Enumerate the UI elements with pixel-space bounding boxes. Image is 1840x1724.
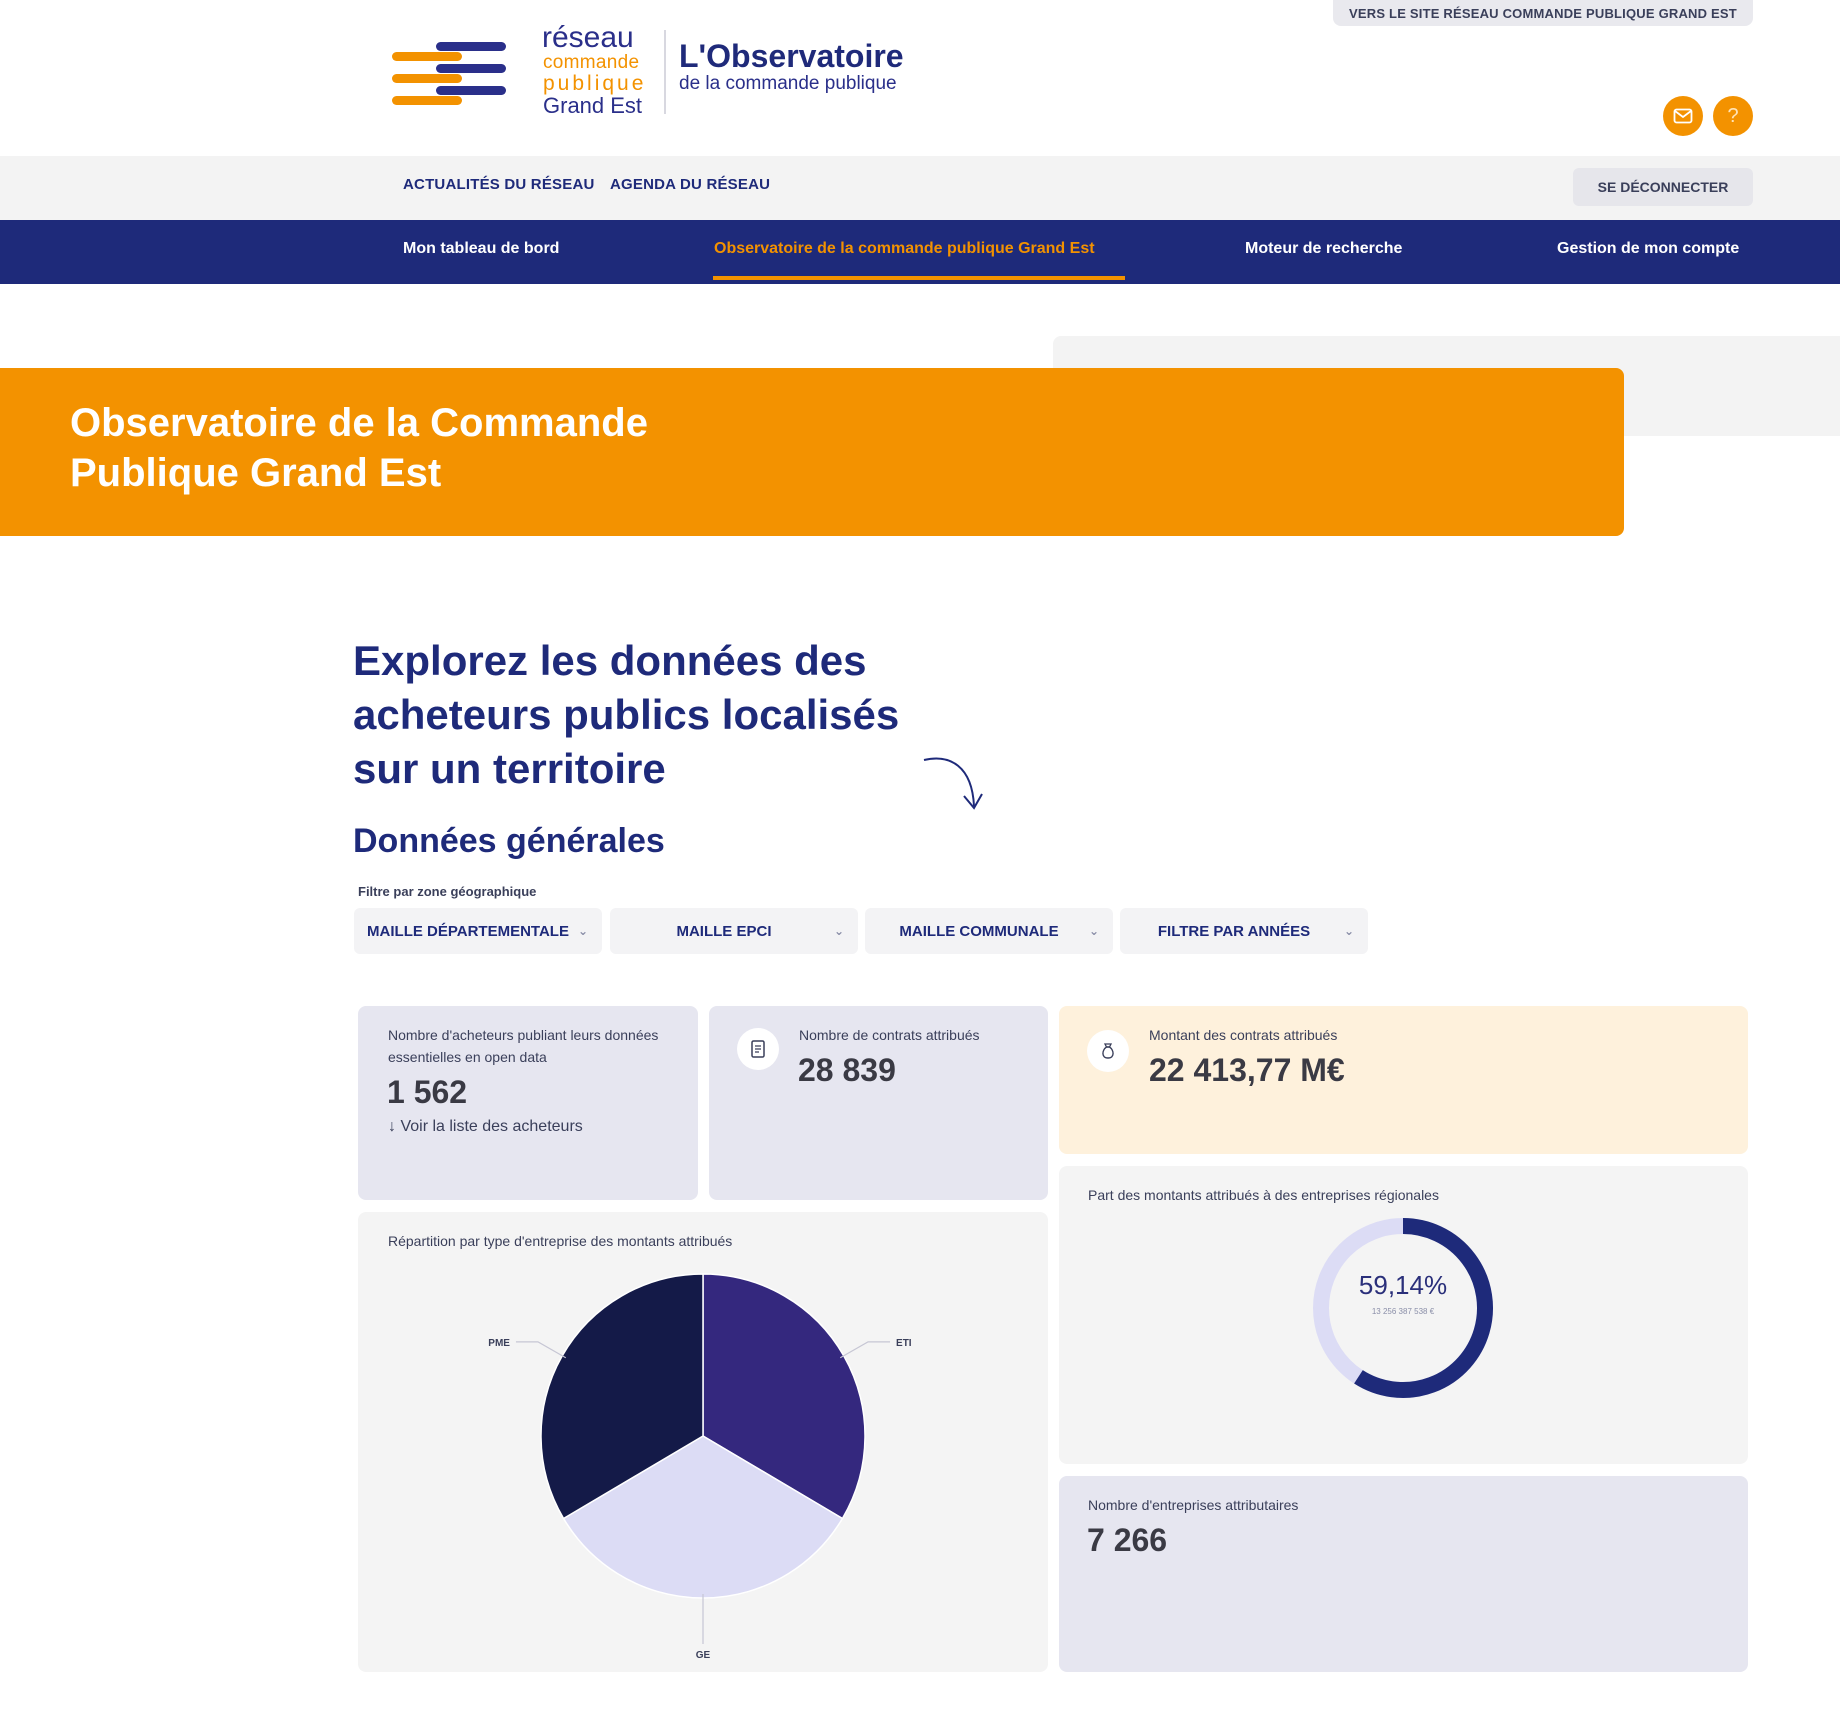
page-title: Observatoire de la Commande Publique Gra… <box>70 401 648 495</box>
logo-word-reseau: réseau <box>542 21 634 54</box>
filter-epci-label: MAILLE EPCI <box>676 922 772 940</box>
filter-communale[interactable]: MAILLE COMMUNALE ⌄ <box>865 908 1113 954</box>
chevron-down-icon: ⌄ <box>834 924 845 938</box>
secondary-nav <box>0 156 1840 220</box>
logo-word-commande: commande <box>543 52 640 73</box>
section-headline: Explorez les données des acheteurs publi… <box>353 637 900 792</box>
logout-button[interactable]: SE DÉCONNECTER <box>1573 168 1753 206</box>
help-button[interactable]: ? <box>1713 96 1753 136</box>
mail-button[interactable] <box>1663 96 1703 136</box>
pie-label-pme: PME <box>488 1338 510 1349</box>
voir-liste-acheteurs-link[interactable]: ↓ Voir la liste des acheteurs <box>388 1118 583 1136</box>
filter-departemental[interactable]: MAILLE DÉPARTEMENTALE ⌄ <box>354 908 602 954</box>
tab-gestion-compte[interactable]: Gestion de mon compte <box>1557 240 1739 258</box>
active-tab-indicator <box>713 276 1125 280</box>
mail-icon <box>1673 108 1693 124</box>
filter-label: Filtre par zone géographique <box>358 884 537 899</box>
filter-departemental-label: MAILLE DÉPARTEMENTALE <box>367 922 569 940</box>
help-icon: ? <box>1727 104 1739 127</box>
nav-actualites[interactable]: ACTUALITÉS DU RÉSEAU <box>403 176 595 193</box>
document-icon-badge <box>737 1028 779 1070</box>
pie-chart: ETI GE PME <box>488 1273 912 1661</box>
donut-percent: 59,14% <box>1358 1270 1448 1300</box>
card-acheteurs-value: 1 562 <box>387 1074 468 1110</box>
filter-annees[interactable]: FILTRE PAR ANNÉES ⌄ <box>1120 908 1368 954</box>
money-bag-icon <box>1102 1043 1114 1059</box>
document-icon <box>751 1040 765 1058</box>
card-contrats-label: Nombre de contrats attribués <box>799 1027 980 1043</box>
card-entreprises-value: 7 266 <box>1087 1522 1168 1558</box>
tab-tableau-de-bord[interactable]: Mon tableau de bord <box>403 240 559 258</box>
filter-annees-label: FILTRE PAR ANNÉES <box>1157 922 1311 940</box>
card-part-label: Part des montants attribués à des entrep… <box>1088 1187 1439 1203</box>
observatoire-subtitle: de la commande publique <box>679 73 897 94</box>
pie-label-ge: GE <box>696 1650 711 1661</box>
filter-epci[interactable]: MAILLE EPCI ⌄ <box>610 908 858 954</box>
top-site-link[interactable]: VERS LE SITE RÉSEAU COMMANDE PUBLIQUE GR… <box>1333 0 1753 26</box>
arrow-down-icon <box>923 757 983 810</box>
pie-leader-line <box>515 1341 567 1359</box>
filter-communale-label: MAILLE COMMUNALE <box>899 922 1059 940</box>
logo-divider <box>664 30 666 114</box>
pie-label-eti: ETI <box>896 1338 912 1349</box>
section-subtitle: Données générales <box>353 822 665 860</box>
chevron-down-icon: ⌄ <box>1344 924 1355 938</box>
observatoire-title: L'Observatoire <box>679 38 904 74</box>
logo-word-publique: publique <box>543 72 647 95</box>
card-montant-label: Montant des contrats attribués <box>1149 1027 1338 1043</box>
pie-leader-line <box>839 1341 891 1359</box>
nav-agenda[interactable]: AGENDA DU RÉSEAU <box>610 176 770 193</box>
logo-stripes-icon <box>392 42 506 105</box>
card-montant-value: 22 413,77 M€ <box>1149 1052 1345 1088</box>
donut-amount: 13 256 387 538 € <box>1371 1307 1435 1316</box>
card-acheteurs-label: Nombre d'acheteurs publiant leurs donnée… <box>388 1027 659 1065</box>
tab-moteur-de-recherche[interactable]: Moteur de recherche <box>1245 240 1402 258</box>
card-contrats-value: 28 839 <box>798 1052 896 1088</box>
money-bag-icon-badge <box>1087 1030 1129 1072</box>
card-entreprises-label: Nombre d'entreprises attributaires <box>1088 1497 1299 1513</box>
logo-word-grand-est: Grand Est <box>543 93 643 118</box>
tab-observatoire[interactable]: Observatoire de la commande publique Gra… <box>714 240 1095 258</box>
donut-center: 59,14% 13 256 387 538 € <box>1303 1270 1503 1316</box>
chevron-down-icon: ⌄ <box>1089 924 1100 938</box>
chevron-down-icon: ⌄ <box>578 924 589 938</box>
